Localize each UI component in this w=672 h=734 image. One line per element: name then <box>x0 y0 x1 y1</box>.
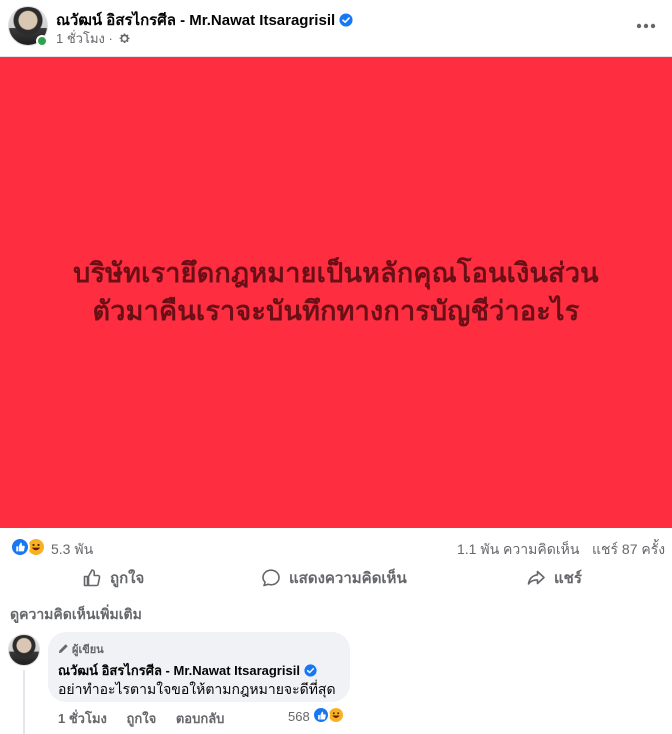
comment-reaction-count: 568 <box>288 709 310 724</box>
comment-text: อย่าทำอะไรตามใจขอให้ตามกฎหมายจะดีที่สุด <box>58 681 336 697</box>
comment-count[interactable]: 1.1 พัน ความคิดเห็น <box>457 539 579 561</box>
post-image-text: บริษัทเรายึดกฎหมายเป็นหลักคุณโอนเงินส่วน… <box>73 255 599 331</box>
thumbs-up-icon <box>83 569 101 587</box>
online-status-indicator <box>36 35 48 47</box>
reaction-icons[interactable] <box>10 537 50 557</box>
share-arrow-icon <box>527 570 545 585</box>
view-more-comments-link[interactable]: ดูความคิดเห็นเพิ่มเติม <box>10 604 142 626</box>
post-text-line-2: ตัวมาคืนเราจะบันทึกทางการบัญชีว่าอะไร <box>92 295 580 327</box>
reaction-count[interactable]: 5.3 พัน <box>51 539 93 561</box>
post-text-line-1: บริษัทเรายึดกฎหมายเป็นหลักคุณโอนเงินส่วน <box>73 257 599 289</box>
meta-separator: · <box>108 31 113 46</box>
post-action-bar: ถูกใจ แสดงความคิดเห็น แชร์ <box>0 560 672 596</box>
post-meta: 1 ชั่วโมง · <box>56 28 131 49</box>
more-options-button[interactable] <box>632 12 660 40</box>
comment-author-label[interactable]: ณวัฒน์ อิสรไกรศีล - Mr.Nawat Itsaragrisi… <box>58 663 300 678</box>
comment-author-avatar[interactable] <box>8 634 40 666</box>
like-button-label: ถูกใจ <box>110 570 145 587</box>
author-badge-label: ผู้เขียน <box>72 644 104 656</box>
comment-reply-button[interactable]: ตอบกลับ <box>176 711 225 726</box>
post-timestamp[interactable]: 1 ชั่วโมง <box>56 31 105 46</box>
verified-badge-icon <box>304 664 317 677</box>
author-badge: ผู้เขียน <box>58 640 104 658</box>
post-header: ณวัฒน์ อิสรไกรศีล - Mr.Nawat Itsaragrisi… <box>0 0 672 56</box>
comment-like-button[interactable]: ถูกใจ <box>127 711 157 726</box>
comment-thread-line <box>23 670 25 734</box>
more-dots-icon <box>636 23 656 29</box>
comment-author-name[interactable]: ณวัฒน์ อิสรไกรศีล - Mr.Nawat Itsaragrisi… <box>58 660 317 681</box>
pen-icon <box>58 644 68 654</box>
share-button[interactable]: แชร์ <box>526 566 582 590</box>
verified-badge-icon <box>339 13 353 27</box>
share-button-label: แชร์ <box>554 570 582 587</box>
comment-item: ผู้เขียน ณวัฒน์ อิสรไกรศีล - Mr.Nawat It… <box>0 630 672 734</box>
comment-timestamp[interactable]: 1 ชั่วโมง <box>58 711 107 726</box>
comment-meta: 1 ชั่วโมง ถูกใจ ตอบกลับ <box>58 708 240 729</box>
comment-bubble: ผู้เขียน ณวัฒน์ อิสรไกรศีล - Mr.Nawat It… <box>48 632 350 702</box>
comment-button[interactable]: แสดงความคิดเห็น <box>261 566 407 590</box>
gear-icon[interactable] <box>118 32 131 45</box>
like-button[interactable]: ถูกใจ <box>82 566 144 590</box>
post-image[interactable]: บริษัทเรายึดกฎหมายเป็นหลักคุณโอนเงินส่วน… <box>0 56 672 528</box>
like-reaction-icon <box>10 537 30 557</box>
share-count[interactable]: แชร์ 87 ครั้ง <box>592 539 665 561</box>
speech-bubble-icon <box>262 569 280 587</box>
comment-button-label: แสดงความคิดเห็น <box>289 570 407 587</box>
post-author-label[interactable]: ณวัฒน์ อิสรไกรศีล - Mr.Nawat Itsaragrisi… <box>56 12 335 29</box>
like-reaction-icon <box>312 706 330 724</box>
